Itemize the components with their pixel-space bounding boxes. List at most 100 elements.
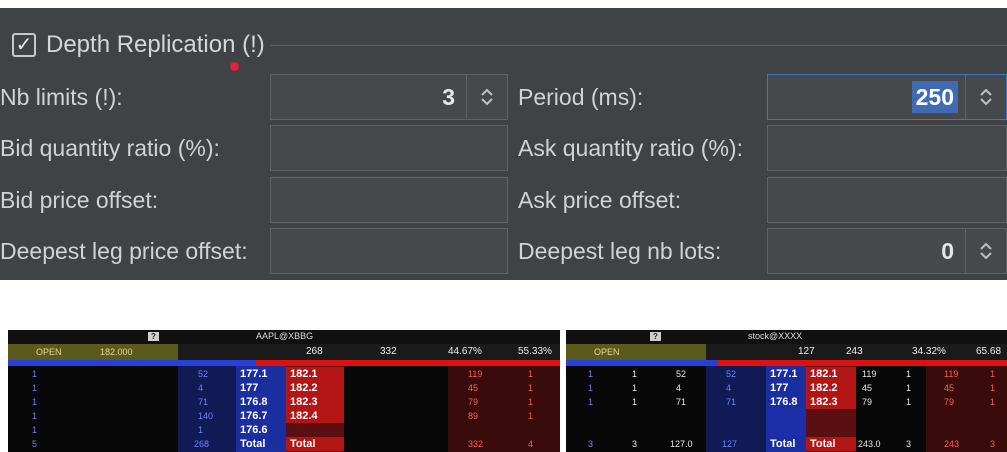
- period-spinbox[interactable]: 250: [767, 74, 1007, 120]
- bid-price[interactable]: 177.1: [236, 367, 286, 381]
- bid-price[interactable]: 177: [766, 381, 806, 395]
- ask-orders: 1: [990, 397, 996, 407]
- deepest-leg-nb-lots-spinbox[interactable]: 0: [767, 228, 1007, 274]
- table-row[interactable]: 1 52 177.1 182.1 119 1: [8, 367, 560, 381]
- bid-qty: 1: [198, 425, 204, 435]
- table-row[interactable]: 1 1 71 71 176.8 182.3 79 1 79 1: [566, 395, 1007, 409]
- bid-price[interactable]: 176.7: [236, 409, 286, 423]
- deepest-leg-nb-lots-value[interactable]: 0: [941, 229, 954, 273]
- ladder-title-bar: ? stock@XXXX: [566, 330, 1007, 344]
- period-value[interactable]: 250: [911, 81, 958, 113]
- total-bid-qty-cell: 127: [722, 439, 738, 449]
- bid-pct: 44.67%: [448, 346, 482, 357]
- chevron-updown-icon[interactable]: [965, 75, 1006, 119]
- deepest-leg-price-offset-field[interactable]: [270, 228, 508, 274]
- order-book-ladder-right: ? stock@XXXX OPEN 127 243 34.32% 65.68 1…: [566, 330, 1007, 452]
- bid-quantity-ratio-label: Bid quantity ratio (%):: [0, 135, 220, 161]
- table-row[interactable]: 1 71 176.8 182.3 79 1: [8, 395, 560, 409]
- table-row[interactable]: 1 4 177 182.2 45 1: [8, 381, 560, 395]
- ask-price[interactable]: 182.3: [806, 395, 856, 409]
- deepest-leg-price-offset-label: Deepest leg price offset:: [0, 238, 248, 264]
- ask-orders: 1: [990, 369, 996, 379]
- ask-orders: 1: [990, 383, 996, 393]
- bid-quantity-ratio-field[interactable]: [270, 125, 508, 171]
- group-divider: [270, 45, 1007, 46]
- total-ask-qty-cell: 332: [468, 439, 484, 449]
- table-row[interactable]: 1 1 176.6: [8, 423, 560, 437]
- ask-qty: 119: [468, 369, 483, 379]
- ask-orders: 1: [528, 397, 534, 407]
- total-ask-orders: 4: [528, 439, 534, 449]
- bid-price[interactable]: 176.6: [236, 423, 286, 437]
- bid-qty: 52: [726, 369, 737, 379]
- total-leg-qty: 127.0: [670, 439, 693, 449]
- bid-qty: 4: [726, 383, 732, 393]
- ask-qty: 79: [944, 397, 955, 407]
- bid-qty: 52: [198, 369, 209, 379]
- table-row[interactable]: 1 140 176.7 182.4 89 1: [8, 409, 560, 423]
- bid-orders: 1: [32, 411, 38, 421]
- total-ask-qty-cell: 243: [944, 439, 960, 449]
- bid-price[interactable]: 176.8: [766, 395, 806, 409]
- ask-qty: 45: [944, 383, 955, 393]
- bid-orders: 1: [588, 369, 594, 379]
- depth-replication-checkbox[interactable]: ✓: [12, 33, 36, 57]
- total-row: 5 268 Total Total 332 4: [8, 437, 560, 451]
- ask-qty: 119: [944, 369, 959, 379]
- bid-orders: 1: [588, 383, 594, 393]
- order-book-ladder-left: ? AAPL@XBBG OPEN 182.000 268 332 44.67% …: [8, 330, 560, 452]
- ask-pct: 65.68: [976, 346, 1002, 357]
- leg-orders: 1: [632, 397, 638, 407]
- ask-price[interactable]: 182.3: [286, 395, 344, 409]
- total-ask-label: Total: [806, 437, 856, 451]
- total-bid-orders: 3: [588, 439, 594, 449]
- ladder-stats-row: OPEN 127 243 34.32% 65.68: [566, 344, 1007, 360]
- total-bid-label: Total: [236, 437, 286, 451]
- ask-orders: 1: [528, 383, 534, 393]
- table-row[interactable]: 1 1 4 4 177 182.2 45 1 45 1: [566, 381, 1007, 395]
- depth-replication-group-header[interactable]: ✓ Depth Replication (!): [12, 28, 265, 62]
- nb-limits-value[interactable]: 3: [442, 75, 455, 119]
- status-open-label: OPEN: [36, 347, 62, 357]
- ladder-title-bar: ? AAPL@XBBG: [8, 330, 560, 344]
- total-bid-orders: 5: [32, 439, 38, 449]
- leg-orders: 1: [632, 369, 638, 379]
- nb-limits-spinbox[interactable]: 3: [270, 74, 508, 120]
- ask-price[interactable]: 182.2: [806, 381, 856, 395]
- total-row: 3 3 127.0 127 Total Total 243.0 3 243 3: [566, 437, 1007, 451]
- bid-price[interactable]: 177: [236, 381, 286, 395]
- chevron-updown-icon[interactable]: [466, 75, 507, 119]
- ask-price[interactable]: 182.4: [286, 409, 344, 423]
- bid-qty: 71: [726, 397, 737, 407]
- required-marker-dot: [230, 62, 239, 71]
- ask-price[interactable]: 182.1: [806, 367, 856, 381]
- leg-ask-qty: 119: [862, 369, 877, 379]
- status-open-label: OPEN: [594, 347, 620, 357]
- leg-ask-orders: 1: [906, 383, 912, 393]
- status-badge: OPEN: [566, 344, 706, 360]
- chevron-updown-icon[interactable]: [965, 229, 1006, 273]
- ask-qty: 79: [468, 397, 479, 407]
- ask-price-offset-field[interactable]: [767, 177, 1007, 223]
- bid-price[interactable]: 176.8: [236, 395, 286, 409]
- period-label: Period (ms):: [518, 84, 644, 110]
- bid-ask-balance-bar: [8, 360, 560, 366]
- bid-price[interactable]: 177.1: [766, 367, 806, 381]
- bid-price-offset-label: Bid price offset:: [0, 187, 159, 213]
- help-icon[interactable]: ?: [650, 332, 661, 341]
- ask-price[interactable]: 182.1: [286, 367, 344, 381]
- bid-share-fill: [8, 360, 256, 366]
- total-bid-qty-cell: 268: [194, 439, 210, 449]
- ask-quantity-ratio-label: Ask quantity ratio (%):: [518, 135, 743, 161]
- instrument-symbol: stock@XXXX: [748, 331, 803, 341]
- ask-quantity-ratio-field[interactable]: [767, 125, 1007, 171]
- ask-price[interactable]: 182.2: [286, 381, 344, 395]
- table-row[interactable]: 1 1 52 52 177.1 182.1 119 1 119 1: [566, 367, 1007, 381]
- bid-qty: 71: [198, 397, 209, 407]
- bid-price-offset-field[interactable]: [270, 177, 508, 223]
- bid-share-fill: [566, 360, 717, 366]
- bid-orders: 1: [32, 425, 38, 435]
- help-icon[interactable]: ?: [148, 332, 159, 341]
- bid-orders: 1: [32, 369, 38, 379]
- status-badge: OPEN 182.000: [8, 344, 178, 360]
